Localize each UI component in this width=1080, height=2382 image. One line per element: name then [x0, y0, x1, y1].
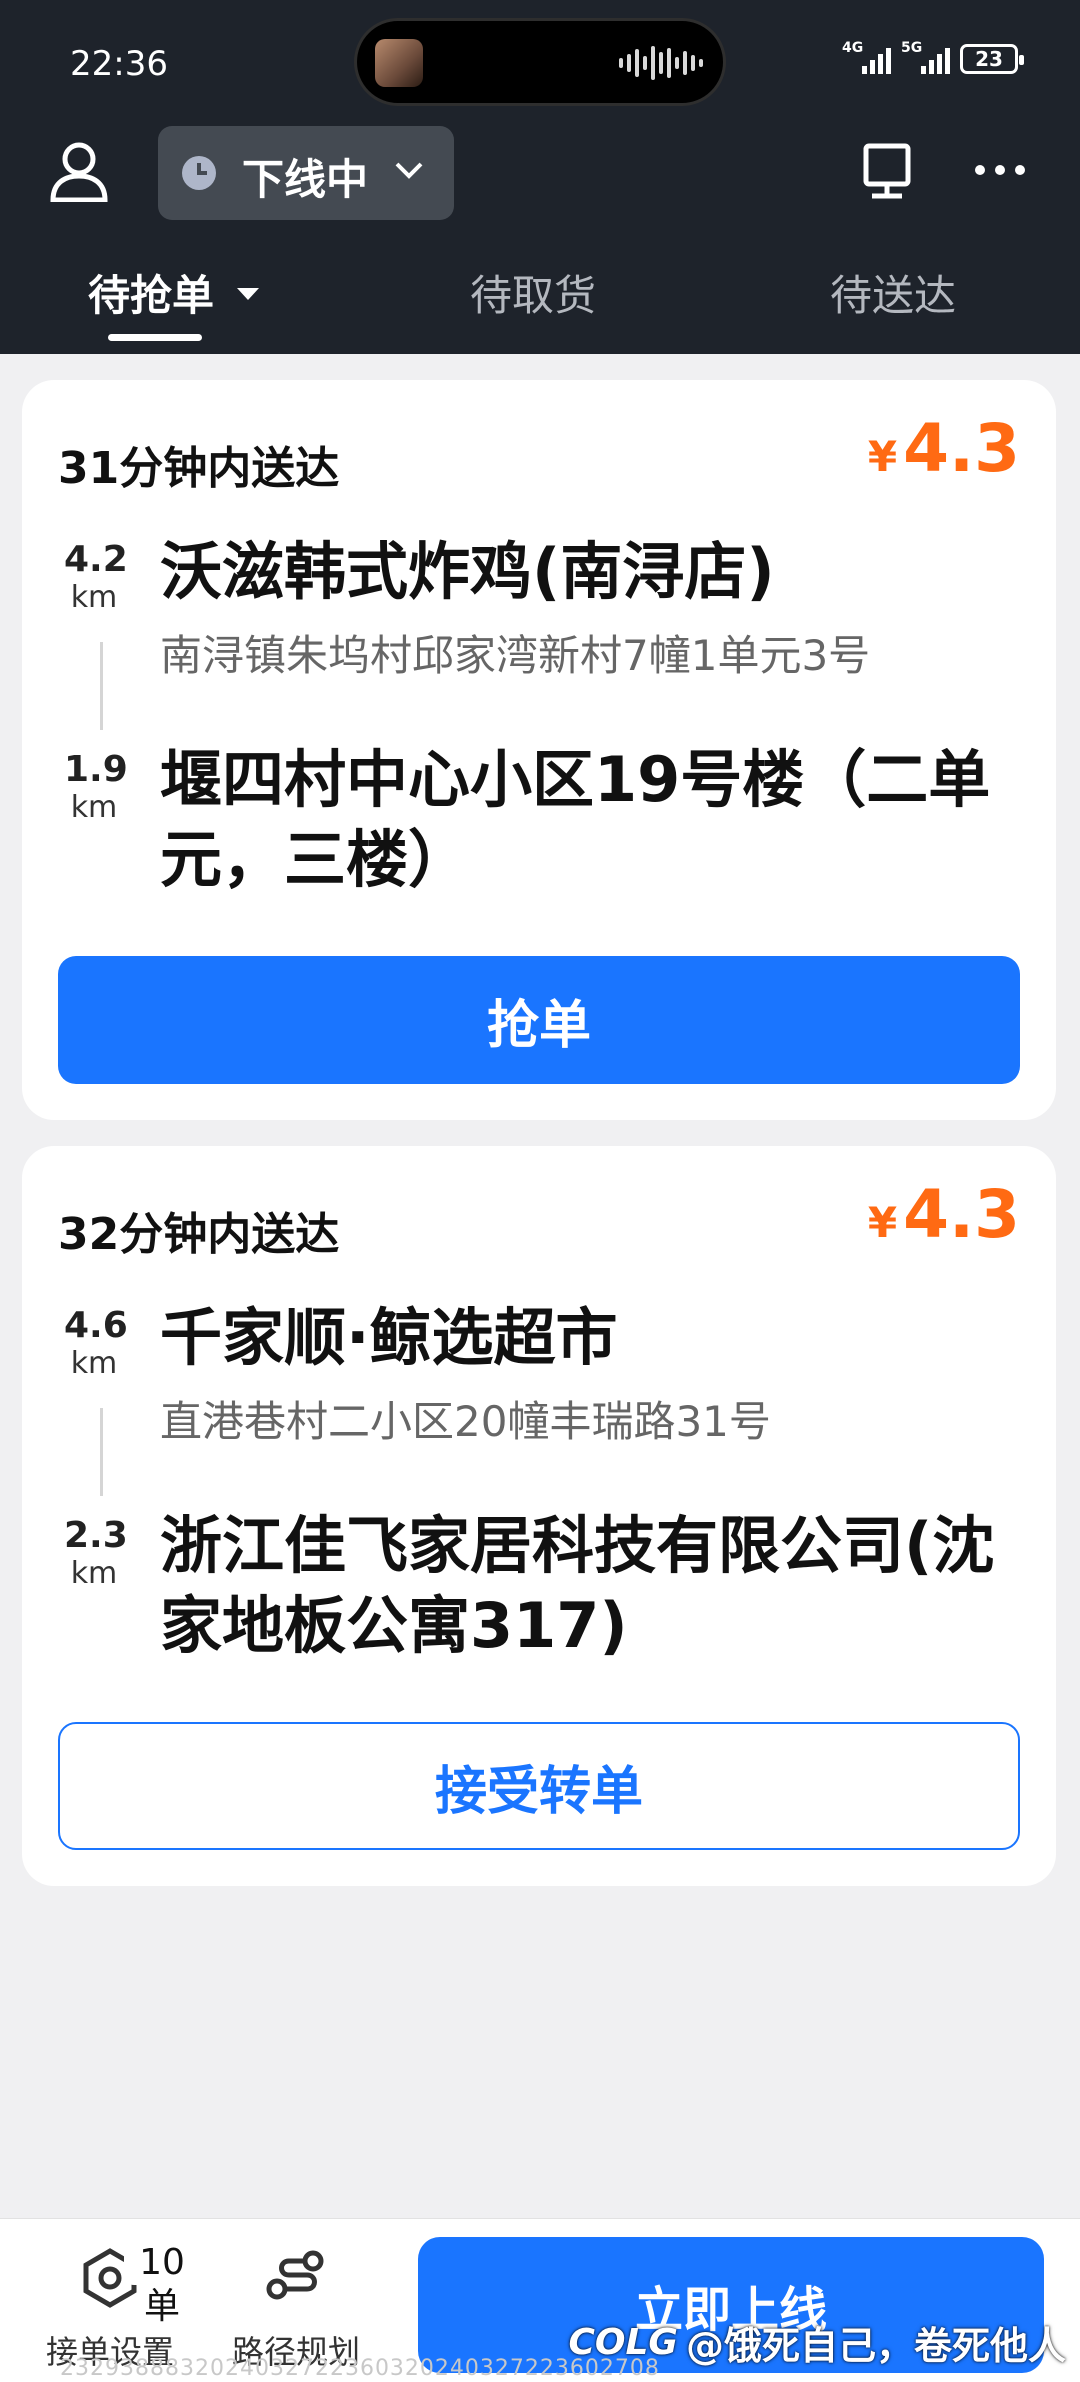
online-status-toggle[interactable]: 下线中 [158, 126, 454, 220]
audio-wave-icon [619, 43, 703, 83]
more-icon[interactable] [972, 150, 1028, 190]
clock-icon [182, 156, 216, 190]
delivery-eta: 32分钟内送达 [58, 1209, 340, 1260]
scan-icon[interactable] [858, 142, 916, 200]
order-price: ¥ 4.3 [867, 410, 1020, 487]
tab-active-indicator [108, 334, 202, 341]
chevron-down-icon [395, 162, 423, 179]
pickup-distance: 4.6 km [64, 1305, 128, 1382]
pickup-store-name: 千家顺·鲸选超市 [160, 1301, 618, 1374]
grab-order-button[interactable]: 抢单 [58, 956, 1020, 1084]
battery-icon: 23 [960, 44, 1024, 74]
delivery-eta: 31分钟内送达 [58, 443, 340, 494]
online-status-label: 下线中 [242, 155, 369, 204]
signal-icon: 5G [901, 40, 950, 74]
order-card: 32分钟内送达 ¥ 4.3 4.6 km 千家顺·鲸选超市 直港巷村二小区20幢… [22, 1146, 1056, 1886]
media-thumbnail [375, 39, 423, 87]
order-count-badge: 10单 [124, 2241, 200, 2327]
status-time: 22:36 [70, 44, 168, 84]
order-price: ¥ 4.3 [867, 1176, 1020, 1253]
user-icon[interactable] [48, 140, 110, 202]
pickup-distance: 4.2 km [64, 539, 128, 616]
route-icon [266, 2250, 324, 2300]
order-card: 31分钟内送达 ¥ 4.3 4.2 km 沃滋韩式炸鸡(南浔店) 南浔镇朱坞村邱… [22, 380, 1056, 1120]
dynamic-island[interactable] [354, 18, 726, 106]
dropoff-distance: 1.9 km [64, 749, 128, 826]
pickup-address: 南浔镇朱坞村邱家湾新村7幢1单元3号 [160, 631, 871, 680]
footer-code: 23293888320240327223603202403272236027​0… [60, 2356, 660, 2381]
signal-icon: 4G [842, 40, 891, 74]
status-indicators: 4G 5G 23 [842, 40, 1024, 74]
dropoff-address: 浙江佳飞家居科技有限公司(沈家地板公寓317) [160, 1509, 995, 1662]
dropoff-distance: 2.3 km [64, 1515, 128, 1592]
pickup-store-name: 沃滋韩式炸鸡(南浔店) [160, 535, 775, 608]
route-planning-button[interactable]: 路径规划 [206, 2243, 386, 2373]
dropoff-address: 堰四村中心小区19号楼（二单元，三楼） [160, 743, 991, 896]
route-connector [100, 1408, 103, 1496]
accept-transfer-button[interactable]: 接受转单 [58, 1722, 1020, 1850]
tab-pending-grab[interactable]: 待抢单 [88, 262, 214, 323]
caret-down-icon[interactable] [237, 288, 259, 300]
watermark-handle: @饿死自己，卷死他人 [685, 2324, 1066, 2368]
route-connector [100, 642, 103, 730]
top-header: 22:36 4G 5G 23 下线中 待抢单 待取货 待送达 [0, 0, 1080, 354]
tab-pending-delivery[interactable]: 待送达 [830, 262, 956, 323]
tab-pending-pickup[interactable]: 待取货 [470, 262, 596, 323]
order-settings-button[interactable]: 接单设置 10单 [20, 2241, 200, 2373]
pickup-address: 直港巷村二小区20幢丰瑞路31号 [160, 1397, 771, 1446]
